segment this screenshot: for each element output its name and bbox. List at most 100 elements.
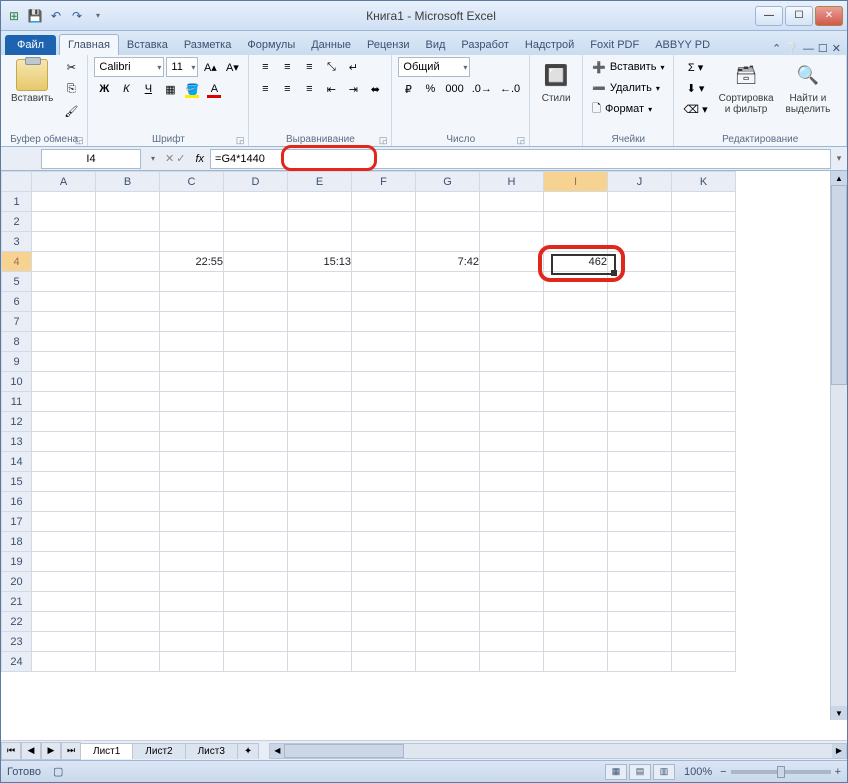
cell-G1[interactable]	[416, 192, 480, 212]
cell-E21[interactable]	[288, 592, 352, 612]
cell-G12[interactable]	[416, 412, 480, 432]
cell-F14[interactable]	[352, 452, 416, 472]
grow-font-icon[interactable]: A▴	[200, 57, 220, 77]
cell-C12[interactable]	[160, 412, 224, 432]
cell-G20[interactable]	[416, 572, 480, 592]
row-header-23[interactable]: 23	[2, 632, 32, 652]
formula-input[interactable]: =G4*1440	[210, 149, 831, 169]
cell-C9[interactable]	[160, 352, 224, 372]
align-center-icon[interactable]: ≡	[277, 79, 297, 99]
cell-D12[interactable]	[224, 412, 288, 432]
cell-D4[interactable]	[224, 252, 288, 272]
cell-H8[interactable]	[480, 332, 544, 352]
redo-icon[interactable]: ↷	[68, 7, 86, 25]
cell-I3[interactable]	[544, 232, 608, 252]
align-left-icon[interactable]: ≡	[255, 79, 275, 99]
cell-B10[interactable]	[96, 372, 160, 392]
cell-H6[interactable]	[480, 292, 544, 312]
row-header-12[interactable]: 12	[2, 412, 32, 432]
cell-G5[interactable]	[416, 272, 480, 292]
cell-I16[interactable]	[544, 492, 608, 512]
cell-C4[interactable]: 22:55	[160, 252, 224, 272]
tab-insert[interactable]: Вставка	[119, 35, 176, 55]
cell-B17[interactable]	[96, 512, 160, 532]
cell-A10[interactable]	[32, 372, 96, 392]
indent-dec-icon[interactable]: ⇤	[321, 79, 341, 99]
horizontal-scrollbar[interactable]: ◀ ▶	[269, 743, 847, 759]
cell-I2[interactable]	[544, 212, 608, 232]
cell-B23[interactable]	[96, 632, 160, 652]
cell-I9[interactable]	[544, 352, 608, 372]
cell-G13[interactable]	[416, 432, 480, 452]
maximize-button[interactable]: ☐	[785, 6, 813, 26]
cell-D10[interactable]	[224, 372, 288, 392]
cell-I13[interactable]	[544, 432, 608, 452]
cell-C10[interactable]	[160, 372, 224, 392]
cell-K4[interactable]	[672, 252, 736, 272]
clear-icon[interactable]: ⌫ ▾	[680, 99, 710, 119]
col-header-E[interactable]: E	[288, 172, 352, 192]
cell-D17[interactable]	[224, 512, 288, 532]
cell-G9[interactable]	[416, 352, 480, 372]
save-icon[interactable]: 💾	[26, 7, 44, 25]
fill-color-icon[interactable]: 🪣	[182, 79, 202, 99]
cell-E2[interactable]	[288, 212, 352, 232]
cell-B3[interactable]	[96, 232, 160, 252]
cell-D23[interactable]	[224, 632, 288, 652]
cell-G2[interactable]	[416, 212, 480, 232]
doc-min-icon[interactable]: —	[803, 43, 814, 55]
cell-A15[interactable]	[32, 472, 96, 492]
ribbon-minimize-icon[interactable]: ⌃	[772, 42, 781, 55]
cell-A1[interactable]	[32, 192, 96, 212]
cell-J4[interactable]	[608, 252, 672, 272]
cell-A12[interactable]	[32, 412, 96, 432]
format-cells-button[interactable]: 🗋Формат▾	[589, 99, 667, 119]
cell-H21[interactable]	[480, 592, 544, 612]
fx-icon[interactable]: fx	[189, 153, 210, 165]
cell-J13[interactable]	[608, 432, 672, 452]
cell-K15[interactable]	[672, 472, 736, 492]
cell-F24[interactable]	[352, 652, 416, 672]
cell-B5[interactable]	[96, 272, 160, 292]
name-box[interactable]: I4	[41, 149, 141, 169]
cell-H3[interactable]	[480, 232, 544, 252]
cell-F20[interactable]	[352, 572, 416, 592]
cell-B13[interactable]	[96, 432, 160, 452]
cell-H2[interactable]	[480, 212, 544, 232]
cell-K3[interactable]	[672, 232, 736, 252]
cell-A2[interactable]	[32, 212, 96, 232]
view-normal-icon[interactable]: ▦	[605, 764, 627, 780]
row-header-6[interactable]: 6	[2, 292, 32, 312]
cell-I19[interactable]	[544, 552, 608, 572]
cell-C19[interactable]	[160, 552, 224, 572]
macro-record-icon[interactable]: ▢	[53, 765, 63, 778]
cell-H7[interactable]	[480, 312, 544, 332]
row-header-5[interactable]: 5	[2, 272, 32, 292]
cell-F22[interactable]	[352, 612, 416, 632]
row-header-9[interactable]: 9	[2, 352, 32, 372]
cell-E24[interactable]	[288, 652, 352, 672]
cell-K22[interactable]	[672, 612, 736, 632]
cell-E15[interactable]	[288, 472, 352, 492]
cell-I12[interactable]	[544, 412, 608, 432]
italic-button[interactable]: К	[116, 79, 136, 99]
cell-A23[interactable]	[32, 632, 96, 652]
cell-C7[interactable]	[160, 312, 224, 332]
scroll-down-icon[interactable]: ▼	[831, 706, 847, 720]
cell-I8[interactable]	[544, 332, 608, 352]
cell-C24[interactable]	[160, 652, 224, 672]
cell-B19[interactable]	[96, 552, 160, 572]
cell-K11[interactable]	[672, 392, 736, 412]
col-header-A[interactable]: A	[32, 172, 96, 192]
cell-H9[interactable]	[480, 352, 544, 372]
zoom-out-icon[interactable]: −	[720, 766, 726, 778]
cell-F19[interactable]	[352, 552, 416, 572]
cell-F6[interactable]	[352, 292, 416, 312]
cell-F13[interactable]	[352, 432, 416, 452]
tab-formulas[interactable]: Формулы	[239, 35, 303, 55]
row-header-17[interactable]: 17	[2, 512, 32, 532]
border-icon[interactable]: ▦	[160, 79, 180, 99]
cell-A19[interactable]	[32, 552, 96, 572]
cell-C21[interactable]	[160, 592, 224, 612]
cell-H22[interactable]	[480, 612, 544, 632]
